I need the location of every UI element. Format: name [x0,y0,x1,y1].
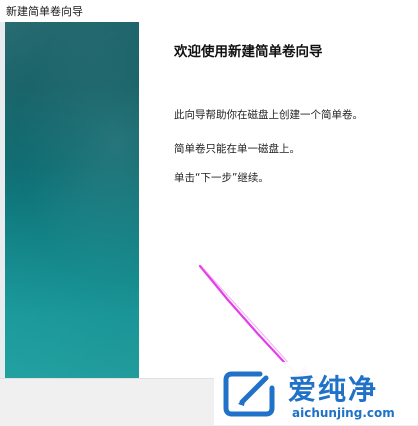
window-title: 新建简单卷向导 [6,5,83,18]
brand-watermark: 爱纯净 aichunjing.com [214,362,418,425]
title-bar: 新建简单卷向导 [0,0,418,22]
sidebar-sheen [5,22,139,378]
brand-url: aichunjing.com [292,406,395,420]
brand-name: 爱纯净 [288,373,379,406]
wizard-content-panel [139,22,418,378]
wizard-heading: 欢迎使用新建简单卷向导 [174,44,323,60]
wizard-instruction: 单击“下一步”继续。 [174,172,269,184]
wizard-note: 简单卷只能在单一磁盘上。 [174,143,300,155]
brand-logo-icon [223,371,275,417]
wizard-description: 此向导帮助你在磁盘上创建一个简单卷。 [174,109,363,121]
wizard-sidebar-graphic [5,22,139,378]
